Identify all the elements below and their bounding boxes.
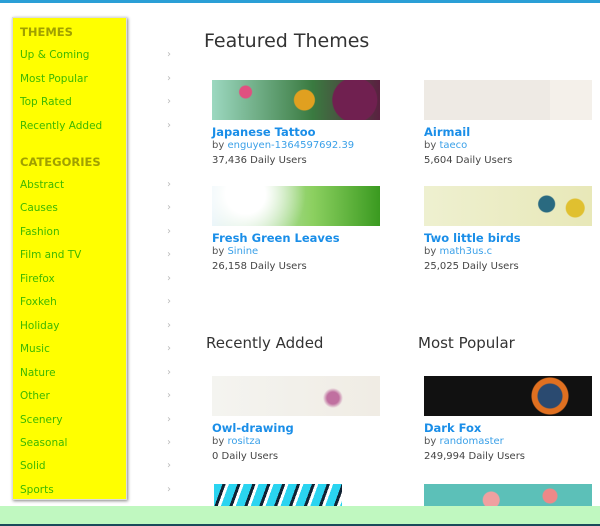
theme-card[interactable]: Dark Fox by randomaster 249,994 Daily Us… bbox=[424, 376, 592, 465]
theme-title-link[interactable]: Two little birds bbox=[424, 231, 592, 245]
sidebar-category-item[interactable]: Seasonal bbox=[20, 437, 67, 449]
chevron-right-icon: › bbox=[167, 343, 171, 355]
theme-author: by randomaster bbox=[424, 435, 592, 449]
sidebar-category-item[interactable]: Holiday bbox=[20, 320, 59, 332]
theme-author: by math3us.c bbox=[424, 245, 592, 259]
featured-heading: Featured Themes bbox=[204, 30, 370, 52]
theme-card[interactable]: Two little birds by math3us.c 25,025 Dai… bbox=[424, 186, 592, 275]
author-link[interactable]: randomaster bbox=[439, 436, 503, 447]
sidebar-category-item[interactable]: Foxkeh bbox=[20, 296, 57, 308]
sidebar-theme-item[interactable]: Recently Added bbox=[20, 120, 102, 132]
daily-users: 249,994 Daily Users bbox=[424, 451, 526, 462]
categories-heading: CATEGORIES bbox=[20, 155, 101, 169]
daily-users: 5,604 Daily Users bbox=[424, 155, 513, 166]
sidebar-category-item[interactable]: Scenery bbox=[20, 414, 63, 426]
author-link[interactable]: taeco bbox=[439, 140, 467, 151]
by-label: by bbox=[212, 246, 225, 257]
sidebar-theme-item[interactable]: Top Rated bbox=[20, 96, 72, 108]
sidebar-category-item[interactable]: Firefox bbox=[20, 273, 55, 285]
theme-card[interactable]: Japanese Tattoo by enguyen-1364597692.39… bbox=[212, 80, 380, 169]
chevron-right-icon: › bbox=[167, 366, 171, 378]
sidebar-category-item[interactable]: Sports bbox=[20, 484, 54, 496]
sidebar-category-item[interactable]: Abstract bbox=[20, 179, 64, 191]
chevron-right-icon: › bbox=[167, 460, 171, 472]
chevron-right-icon: › bbox=[167, 249, 171, 261]
chevron-right-icon: › bbox=[167, 436, 171, 448]
theme-thumbnail[interactable] bbox=[424, 186, 592, 226]
theme-author: by enguyen-1364597692.39 bbox=[212, 139, 380, 153]
chevron-right-icon: › bbox=[167, 96, 171, 107]
chevron-right-icon: › bbox=[167, 49, 171, 60]
daily-users: 37,436 Daily Users bbox=[212, 155, 307, 166]
theme-thumbnail[interactable] bbox=[212, 376, 380, 416]
theme-card[interactable]: Fresh Green Leaves by Sinine 26,158 Dail… bbox=[212, 186, 380, 275]
author-link[interactable]: math3us.c bbox=[439, 246, 492, 257]
sidebar-category-item[interactable]: Causes bbox=[20, 202, 58, 214]
theme-thumbnail[interactable] bbox=[424, 376, 592, 416]
top-border bbox=[0, 0, 600, 3]
chevron-right-icon: › bbox=[167, 202, 171, 214]
author-link[interactable]: Sinine bbox=[227, 246, 258, 257]
theme-title-link[interactable]: Fresh Green Leaves bbox=[212, 231, 380, 245]
theme-title-link[interactable]: Owl-drawing bbox=[212, 421, 380, 435]
chevron-right-icon: › bbox=[167, 413, 171, 425]
chevron-right-icon: › bbox=[167, 272, 171, 284]
chevron-right-icon: › bbox=[167, 483, 171, 495]
sidebar-category-item[interactable]: Nature bbox=[20, 367, 56, 379]
daily-users: 26,158 Daily Users bbox=[212, 261, 307, 272]
theme-card[interactable]: Owl-drawing by rositza 0 Daily Users bbox=[212, 376, 380, 465]
by-label: by bbox=[212, 140, 225, 151]
theme-author: by taeco bbox=[424, 139, 592, 153]
by-label: by bbox=[424, 436, 437, 447]
bottom-bar bbox=[0, 506, 600, 524]
author-link[interactable]: rositza bbox=[227, 436, 260, 447]
theme-thumbnail[interactable] bbox=[212, 186, 380, 226]
theme-author: by Sinine bbox=[212, 245, 380, 259]
theme-thumbnail[interactable] bbox=[212, 80, 380, 120]
theme-title-link[interactable]: Dark Fox bbox=[424, 421, 592, 435]
chevron-right-icon: › bbox=[167, 225, 171, 237]
chevron-right-icon: › bbox=[167, 296, 171, 308]
sidebar-theme-item[interactable]: Up & Coming bbox=[20, 49, 89, 61]
by-label: by bbox=[212, 436, 225, 447]
chevron-right-icon: › bbox=[167, 119, 171, 131]
theme-title-link[interactable]: Airmail bbox=[424, 125, 592, 139]
theme-author: by rositza bbox=[212, 435, 380, 449]
themes-heading: THEMES bbox=[20, 25, 73, 39]
theme-thumbnail[interactable] bbox=[424, 80, 592, 120]
recently-added-heading: Recently Added bbox=[206, 334, 324, 352]
theme-title-link[interactable]: Japanese Tattoo bbox=[212, 125, 380, 139]
by-label: by bbox=[424, 246, 437, 257]
sidebar-category-item[interactable]: Music bbox=[20, 343, 50, 355]
chevron-right-icon: › bbox=[167, 390, 171, 402]
sidebar-category-item[interactable]: Fashion bbox=[20, 226, 60, 238]
chevron-right-icon: › bbox=[167, 72, 171, 84]
theme-card[interactable]: Airmail by taeco 5,604 Daily Users bbox=[424, 80, 592, 169]
by-label: by bbox=[424, 140, 437, 151]
chevron-right-icon: › bbox=[167, 179, 171, 190]
sidebar-theme-item[interactable]: Most Popular bbox=[20, 73, 88, 85]
chevron-right-icon: › bbox=[167, 319, 171, 331]
most-popular-heading: Most Popular bbox=[418, 334, 515, 352]
sidebar-category-item[interactable]: Other bbox=[20, 390, 50, 402]
author-link[interactable]: enguyen-1364597692.39 bbox=[227, 140, 354, 151]
daily-users: 0 Daily Users bbox=[212, 451, 279, 462]
sidebar-category-item[interactable]: Solid bbox=[20, 460, 46, 472]
daily-users: 25,025 Daily Users bbox=[424, 261, 519, 272]
sidebar-category-item[interactable]: Film and TV bbox=[20, 249, 81, 261]
